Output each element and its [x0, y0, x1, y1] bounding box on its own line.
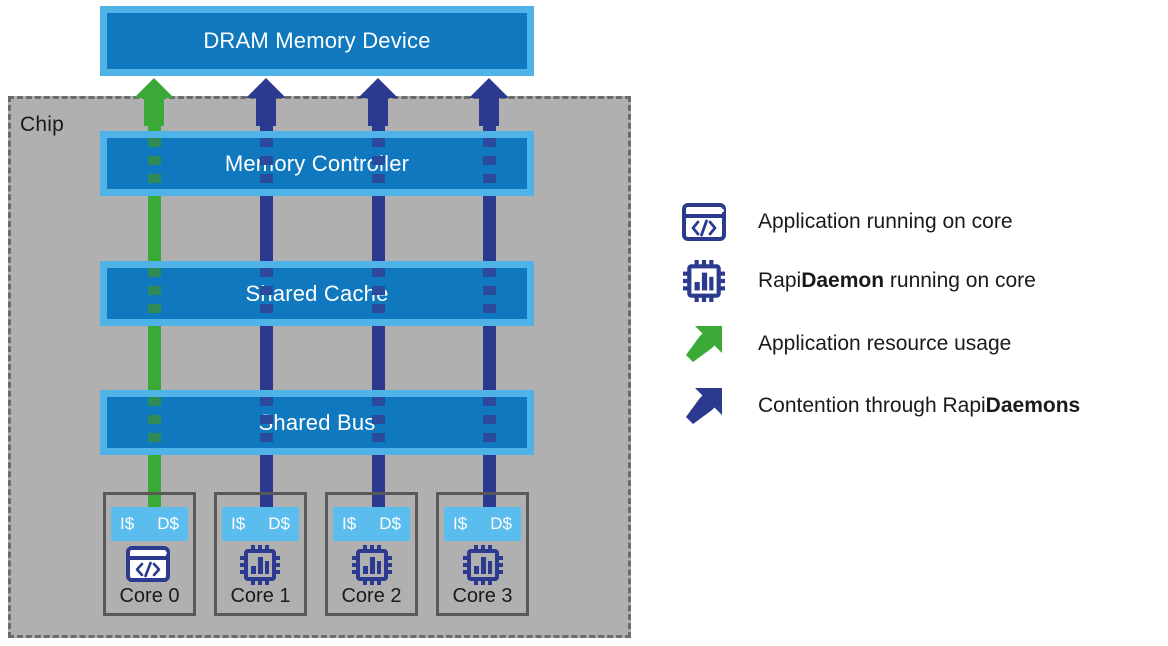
- connector-dash-core-3: [483, 138, 496, 190]
- core-2-dcache-label: D$: [379, 514, 401, 533]
- legend-item-application-running: Application running on core: [676, 196, 1013, 248]
- cpu-chip-icon: [240, 545, 280, 590]
- cpu-chip-icon: [676, 255, 732, 307]
- cpu-chip-icon: [463, 545, 503, 590]
- green-diagonal-arrow-icon: [676, 318, 732, 370]
- legend-label: RapiDaemon running on core: [758, 269, 1036, 292]
- block-dram-memory-device: DRAM Memory Device: [100, 6, 534, 76]
- core-0-cache: I$ D$: [111, 507, 188, 541]
- legend-label: Application resource usage: [758, 332, 1012, 355]
- connector-dash-core-0: [148, 397, 161, 449]
- blue-diagonal-arrow-icon: [676, 380, 732, 432]
- legend-label: Application running on core: [758, 210, 1013, 233]
- legend-label: Contention through RapiDaemons: [758, 394, 1081, 417]
- connector-dash-core-0: [148, 268, 161, 320]
- block-shared-bus: Shared Bus: [100, 390, 534, 455]
- core-2-name: Core 2: [341, 585, 402, 607]
- core-1-name: Core 1: [230, 585, 291, 607]
- connector-dash-core-1: [260, 138, 273, 190]
- connector-dash-core-2: [372, 268, 385, 320]
- core-3-icache-label: I$: [453, 514, 468, 533]
- core-1-icache-label: I$: [231, 514, 246, 533]
- legend-item-contention-through-rapidaemons: Contention through RapiDaemons: [676, 380, 1080, 432]
- application-window-code-icon: [676, 196, 732, 248]
- core-3-cache: I$ D$: [444, 507, 521, 541]
- core-0-dcache-label: D$: [157, 514, 179, 533]
- core-1-dcache-label: D$: [268, 514, 290, 533]
- core-0-icache-label: I$: [120, 514, 135, 533]
- connector-dash-core-2: [372, 397, 385, 449]
- up-arrow-core-0: [134, 78, 174, 126]
- up-arrow-core-1: [246, 78, 286, 126]
- legend-item-application-resource-usage: Application resource usage: [676, 318, 1011, 370]
- legend-item-rapidaemon-running: RapiDaemon running on core: [676, 255, 1036, 307]
- connector-dash-core-1: [260, 268, 273, 320]
- block-shared-cache: Shared Cache: [100, 261, 534, 326]
- block-label: Shared Bus: [258, 409, 376, 435]
- connector-dash-core-1: [260, 397, 273, 449]
- core-2-cache: I$ D$: [333, 507, 410, 541]
- block-memory-controller: Memory Controller: [100, 131, 534, 196]
- block-label: DRAM Memory Device: [203, 28, 431, 53]
- up-arrow-core-3: [469, 78, 509, 126]
- connector-dash-core-2: [372, 138, 385, 190]
- core-3-dcache-label: D$: [490, 514, 512, 533]
- connector-dash-core-3: [483, 397, 496, 449]
- up-arrow-core-2: [358, 78, 398, 126]
- core-2-icache-label: I$: [342, 514, 357, 533]
- cpu-chip-icon: [352, 545, 392, 590]
- core-3-name: Core 3: [452, 585, 513, 607]
- core-0-name: Core 0: [119, 585, 180, 607]
- chip-label: Chip: [20, 113, 64, 136]
- application-window-code-icon: [126, 546, 170, 587]
- diagram-canvas: Chip DRAM Memory Device Memory Controlle…: [0, 0, 1168, 646]
- connector-dash-core-0: [148, 138, 161, 190]
- core-1-cache: I$ D$: [222, 507, 299, 541]
- connector-dash-core-3: [483, 268, 496, 320]
